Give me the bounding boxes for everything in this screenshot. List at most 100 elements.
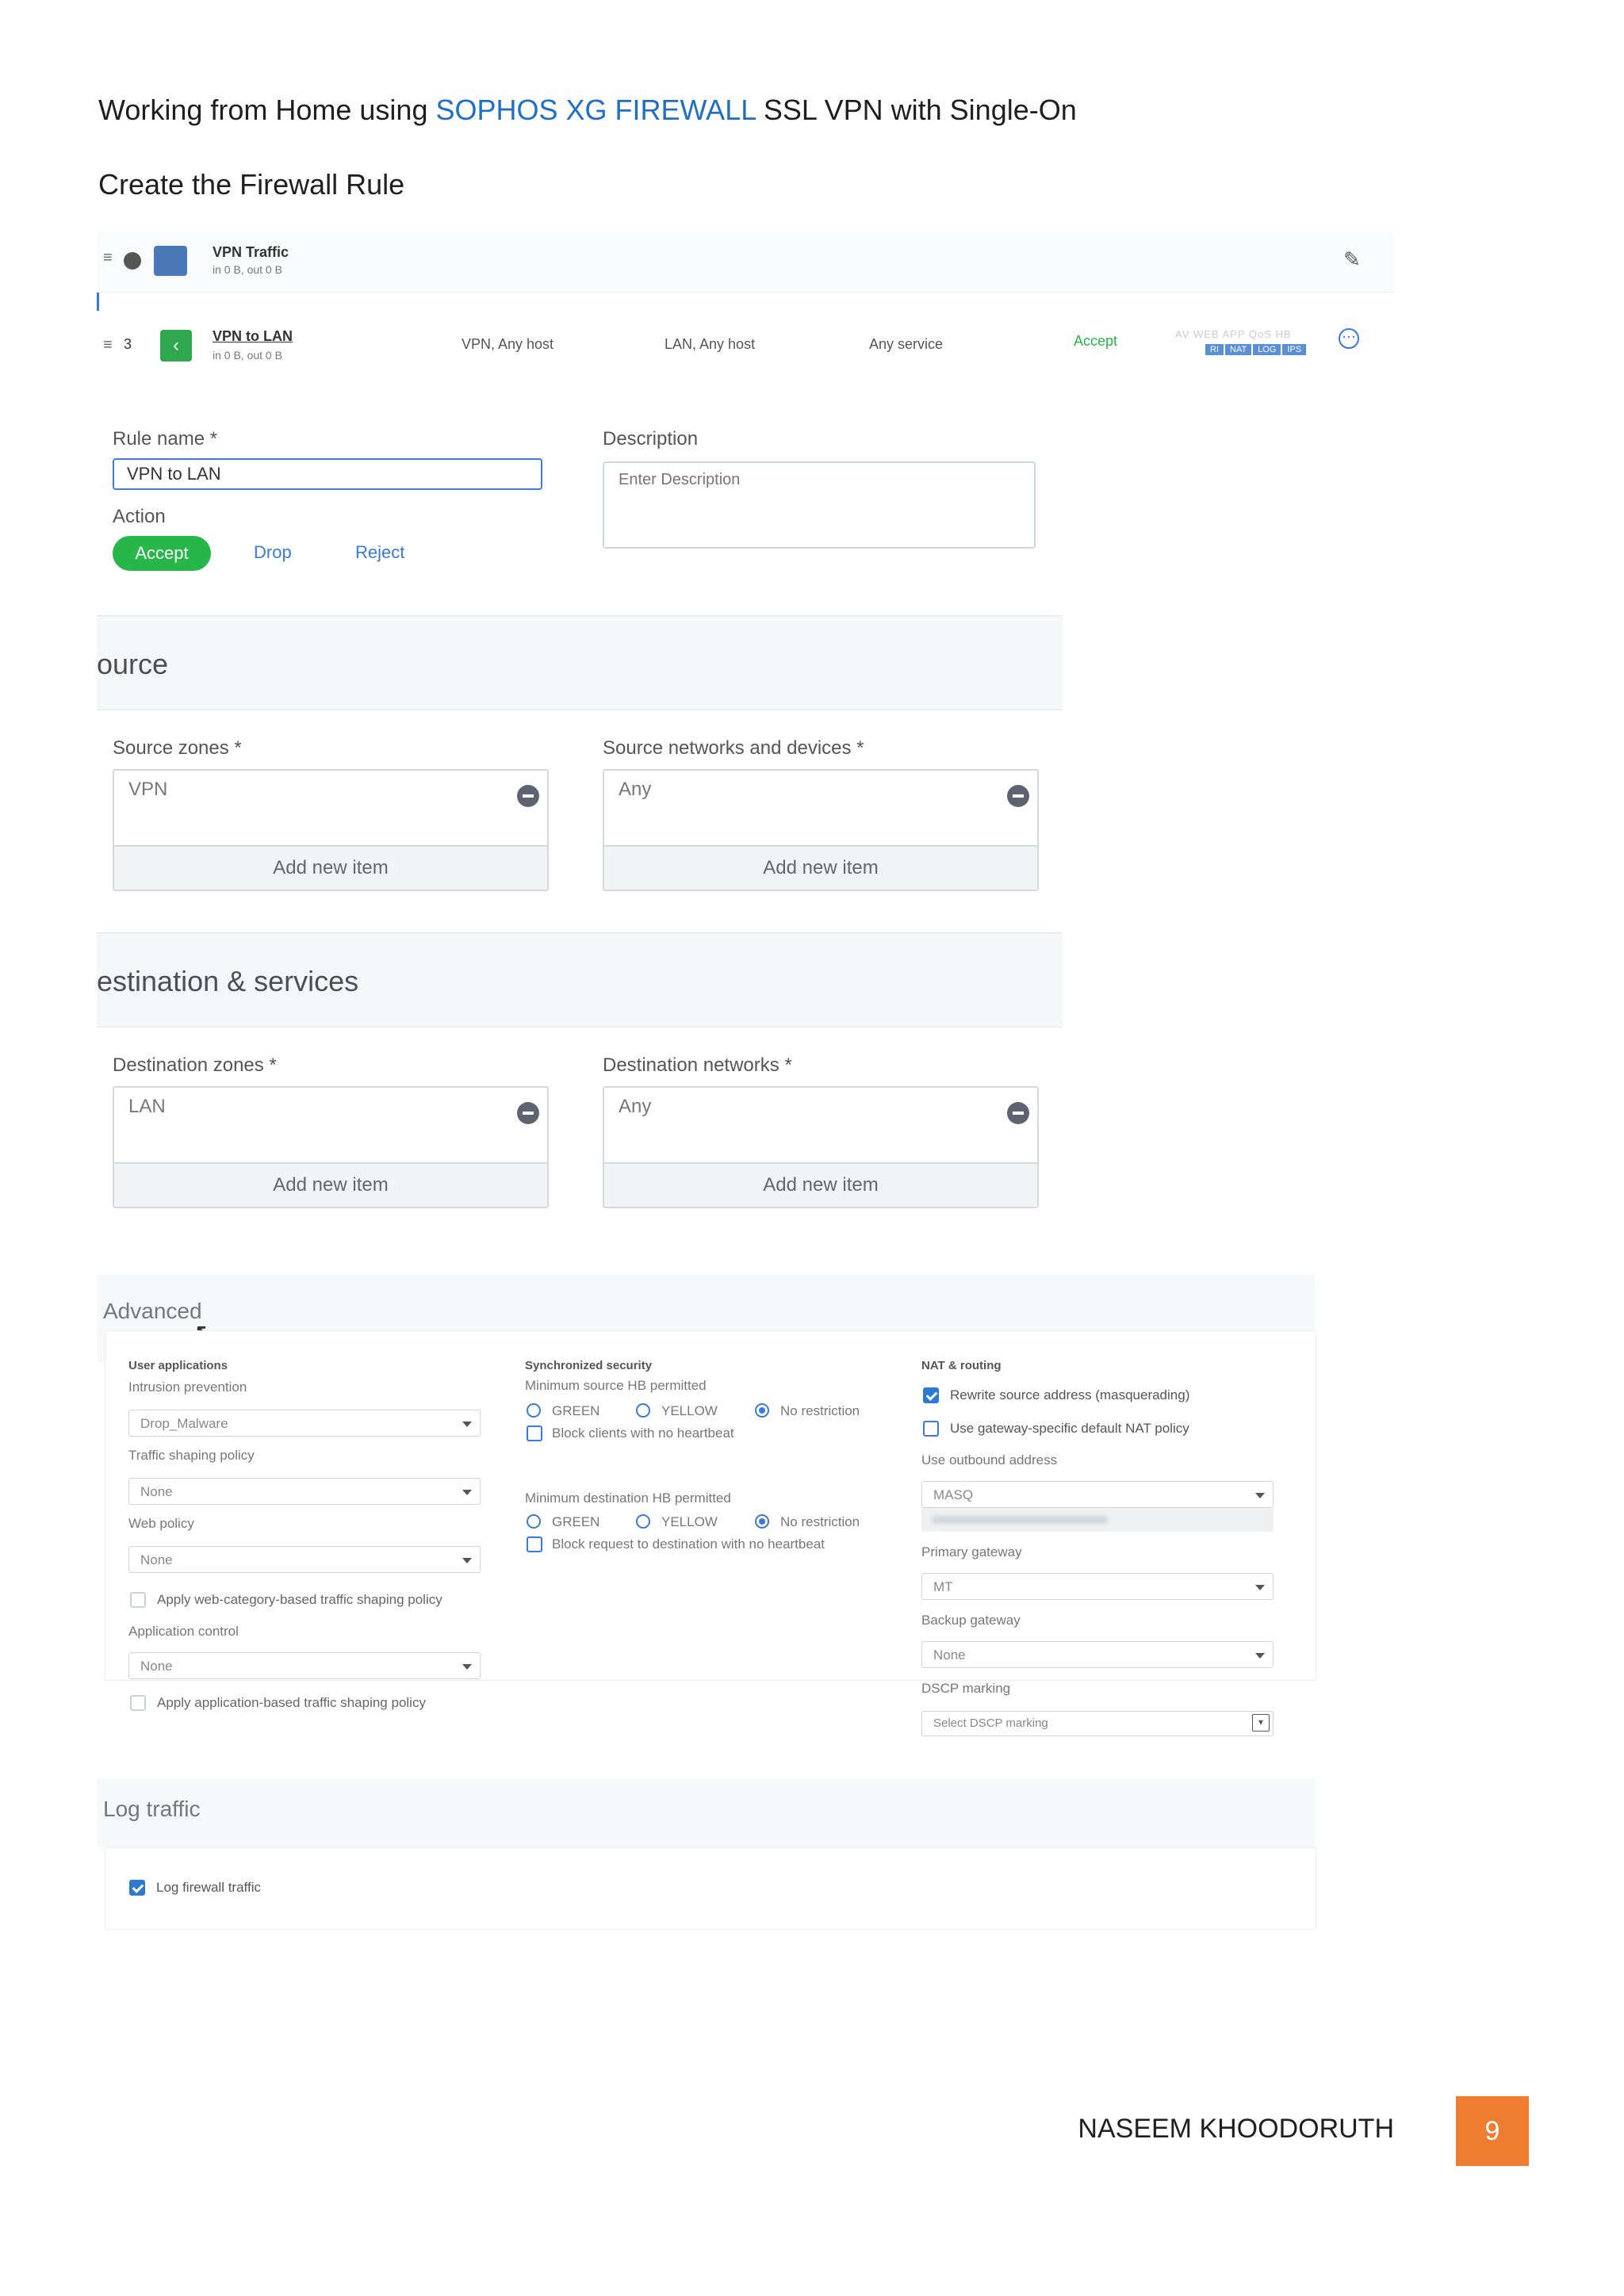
destination-networks-add-button[interactable]: Add new item [604,1162,1037,1207]
dest-no-restriction-label: No restriction [780,1514,860,1529]
web-shaping-checkbox[interactable] [130,1592,146,1608]
action-drop-button[interactable]: Drop [254,542,292,563]
heading-prefix: Working from Home using [98,94,436,126]
log-traffic-title: Log traffic [103,1797,201,1821]
dest-green-radio[interactable] [527,1514,541,1529]
group-row[interactable]: ≡ VPN Traffic in 0 B, out 0 B ✎ [97,232,1394,293]
sync-security-heading: Synchronized security [525,1359,653,1372]
min-dest-hb-label: Minimum destination HB permitted [525,1490,731,1506]
source-no-restriction-radio[interactable] [755,1403,769,1418]
traffic-shaping-label: Traffic shaping policy [128,1448,255,1463]
document-heading: Working from Home using SOPHOS XG FIREWA… [98,94,1077,127]
description-label: Description [603,428,699,450]
backup-gateway-select[interactable]: None [921,1641,1274,1668]
drag-handle-icon[interactable]: ≡ [103,249,113,267]
dropdown-arrow-icon: ▾ [1252,1714,1270,1732]
source-yellow-label: YELLOW [661,1403,718,1418]
source-section-title: ource [97,648,169,680]
remove-icon[interactable] [517,1102,539,1124]
log-firewall-label: Log firewall traffic [156,1880,261,1895]
chevron-down-icon [1255,1585,1265,1590]
block-request-checkbox[interactable] [527,1536,542,1552]
remove-icon[interactable] [1007,785,1029,807]
dest-yellow-radio[interactable] [636,1514,650,1529]
backup-gateway-label: Backup gateway [921,1613,1021,1628]
rule-service: Any service [869,336,944,352]
primary-gateway-select[interactable]: MT [921,1573,1274,1600]
destination-zones-add-button[interactable]: Add new item [114,1162,547,1207]
ips-select-value: Drop_Malware [140,1416,228,1431]
traffic-shaping-select[interactable]: None [128,1478,481,1505]
drag-handle-icon[interactable]: ≡ [103,336,113,354]
source-networks-label: Source networks and devices * [603,737,864,759]
tag-ips: IPS [1282,344,1307,355]
outbound-address-select[interactable]: MASQ [921,1481,1274,1508]
block-clients-label: Block clients with no heartbeat [552,1425,734,1441]
source-green-radio[interactable] [527,1403,541,1418]
chevron-down-icon [462,1422,472,1427]
dscp-select[interactable]: Select DSCP marking ▾ [921,1711,1274,1736]
source-zones-add-button[interactable]: Add new item [114,845,547,890]
destination-networks-list: Any Add new item [603,1086,1039,1208]
traffic-shaping-value: None [140,1484,173,1499]
source-zone-item: VPN [128,779,168,800]
app-shaping-label: Apply application-based traffic shaping … [157,1695,426,1710]
action-reject-button[interactable]: Reject [355,542,404,563]
rule-name-label: Rule name * [113,428,218,450]
more-options-icon[interactable]: ⋯ [1339,328,1359,349]
log-traffic-header: Log traffic [97,1779,1315,1847]
rule-name-input[interactable] [113,458,542,490]
pencil-icon[interactable]: ✎ [1343,247,1361,272]
source-networks-list: Any Add new item [603,769,1039,891]
source-zones-label: Source zones * [113,737,242,759]
app-control-value: None [140,1659,173,1674]
rule-stats: in 0 B, out 0 B [213,349,282,362]
log-traffic-panel: Log firewall traffic [105,1847,1316,1930]
dest-no-restriction-radio[interactable] [755,1514,769,1529]
collapse-icon[interactable] [124,252,141,270]
primary-gateway-label: Primary gateway [921,1544,1022,1559]
log-firewall-checkbox[interactable] [129,1880,145,1896]
gateway-nat-checkbox[interactable] [923,1421,939,1437]
rule-action: Accept [1074,333,1118,349]
blurred-ip [933,1516,1107,1524]
dest-yellow-label: YELLOW [661,1514,718,1529]
source-no-restriction-label: No restriction [780,1403,860,1418]
block-clients-checkbox[interactable] [527,1425,542,1441]
destination-zone-item: LAN [128,1096,166,1117]
gateway-nat-label: Use gateway-specific default NAT policy [950,1421,1189,1436]
destination-section-title: estination & services [97,965,359,997]
tag-nat: NAT [1225,344,1252,355]
primary-gateway-value: MT [933,1579,953,1594]
advanced-title: Advanced [103,1299,202,1323]
action-accept-button[interactable]: Accept [113,536,211,571]
chevron-down-icon [1255,1493,1265,1498]
destination-zones-list: LAN Add new item [113,1086,549,1208]
rewrite-source-checkbox[interactable] [923,1387,939,1403]
source-green-label: GREEN [552,1403,600,1418]
remove-icon[interactable] [1007,1102,1029,1124]
source-networks-add-button[interactable]: Add new item [604,845,1037,890]
rule-row[interactable]: ≡ 3 ‹ VPN to LAN in 0 B, out 0 B VPN, An… [97,311,1394,388]
app-control-select[interactable]: None [128,1652,481,1679]
nat-routing-heading: NAT & routing [921,1359,1002,1372]
destination-network-item: Any [619,1096,652,1117]
block-request-label: Block request to destination with no hea… [552,1536,825,1552]
document-subheading: Create the Firewall Rule [98,168,405,201]
vpn-group-icon [154,246,187,276]
web-policy-select[interactable]: None [128,1546,481,1573]
page-number: 9 [1456,2096,1529,2166]
app-shaping-checkbox[interactable] [130,1695,146,1711]
rule-tags-bottom: RI NAT LOG IPS [1205,344,1307,355]
ips-select[interactable]: Drop_Malware [128,1410,481,1437]
description-textarea[interactable] [603,461,1036,549]
rule-source: VPN, Any host [462,336,554,352]
destination-networks-label: Destination networks * [603,1054,792,1076]
outbound-address-detail [921,1508,1274,1532]
chevron-down-icon [462,1664,472,1670]
source-zones-list: VPN Add new item [113,769,549,891]
user-apps-heading: User applications [128,1359,228,1372]
rule-name[interactable]: VPN to LAN [213,328,293,345]
remove-icon[interactable] [517,785,539,807]
source-yellow-radio[interactable] [636,1403,650,1418]
